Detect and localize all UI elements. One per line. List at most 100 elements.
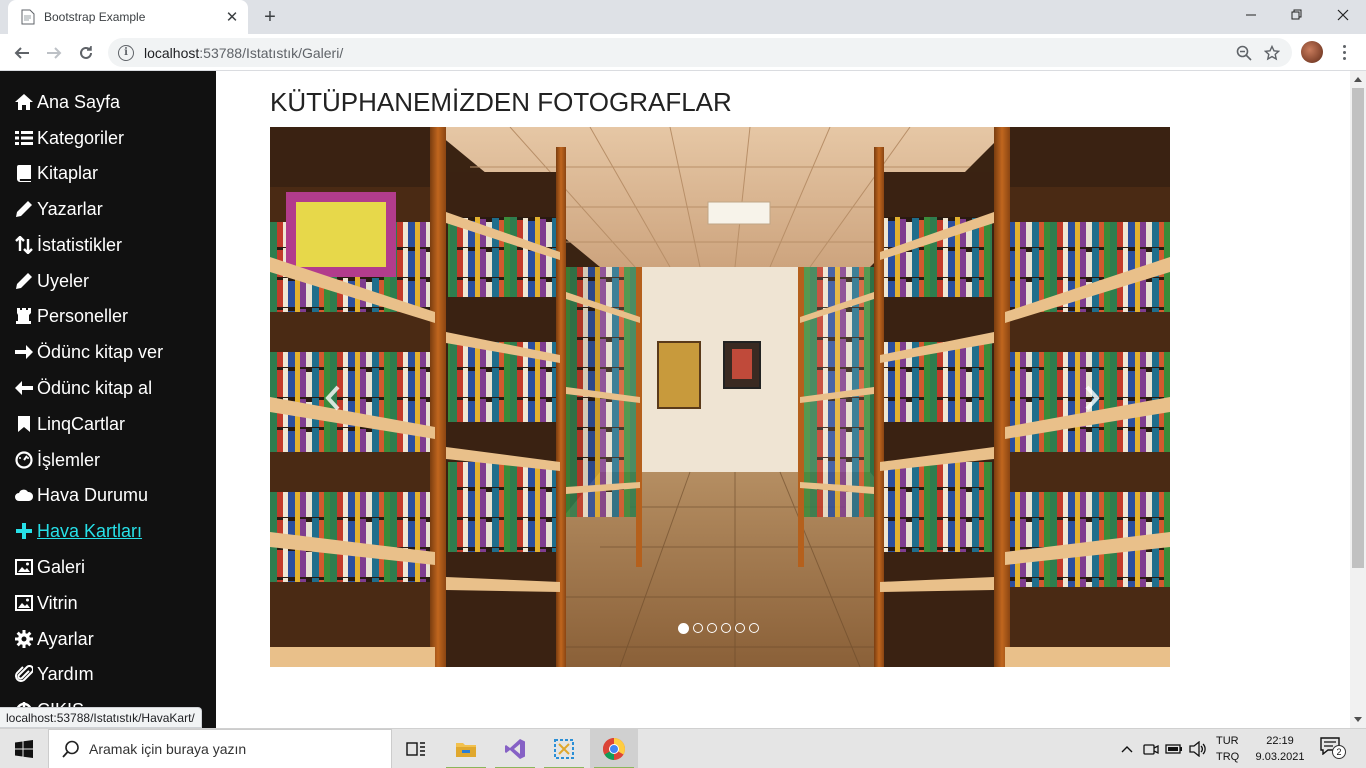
minimize-window-button[interactable] [1228, 0, 1274, 30]
clock-date: 9.03.2021 [1255, 751, 1305, 763]
dashboard-icon [14, 450, 34, 470]
bookmark-icon [14, 414, 34, 434]
sidebar-item-label: Ayarlar [37, 628, 94, 649]
browser-menu-icon[interactable] [1334, 41, 1354, 63]
restore-window-button[interactable] [1274, 0, 1320, 30]
sidebar-item-ana-sayfa[interactable]: Ana Sayfa [14, 88, 120, 116]
profile-avatar[interactable] [1301, 41, 1323, 63]
scroll-up-arrow-icon[interactable] [1350, 71, 1366, 87]
sidebar-item-personeller[interactable]: Personeller [14, 302, 128, 330]
taskbar-clock[interactable]: 22:19 9.03.2021 [1252, 733, 1308, 765]
sidebar-item-istatistikler[interactable]: İstatistikler [14, 231, 122, 259]
volume-icon[interactable] [1188, 739, 1208, 759]
sidebar-item-label: Personeller [37, 305, 129, 326]
file-explorer-icon[interactable] [442, 729, 490, 768]
sidebar-item-hava-durumu[interactable]: Hava Durumu [14, 481, 148, 509]
sidebar-nav: Ana Sayfa Kategoriler Kitaplar Yazarlar … [0, 71, 216, 728]
search-icon [61, 739, 81, 759]
meet-now-icon[interactable] [1141, 739, 1161, 759]
cog-icon [14, 629, 34, 649]
scrollbar-thumb[interactable] [1352, 88, 1364, 568]
sidebar-item-kitaplar[interactable]: Kitaplar [14, 159, 98, 187]
chrome-icon[interactable] [590, 729, 638, 768]
sidebar-item-label: LinqCartlar [37, 413, 126, 434]
carousel-indicator[interactable] [707, 623, 717, 633]
sidebar-item-linqcartlar[interactable]: LinqCartlar [14, 410, 125, 438]
carousel-indicator[interactable] [735, 623, 745, 633]
url-text[interactable]: localhost:53788/Istatıstık/Galeri/ [144, 45, 1230, 61]
site-info-icon[interactable]: i [118, 44, 134, 61]
sidebar-item-vitrin[interactable]: Vitrin [14, 589, 78, 617]
show-hidden-icons-chevron-up-icon[interactable] [1117, 739, 1137, 759]
windows-taskbar: Aramak için buraya yazın TUR TRQ 22:19 9… [0, 728, 1366, 768]
visual-studio-icon[interactable] [491, 729, 539, 768]
sidebar-item-label: İşlemler [37, 449, 101, 470]
carousel-next-chevron-icon[interactable] [1084, 385, 1114, 415]
picture-icon [14, 593, 34, 613]
sidebar-item-odunc-al[interactable]: Ödünc kitap al [14, 374, 152, 402]
scroll-down-arrow-icon[interactable] [1350, 712, 1366, 728]
browser-toolbar: i localhost:53788/Istatıstık/Galeri/ [0, 34, 1366, 71]
carousel-indicator[interactable] [721, 623, 731, 633]
carousel-indicator[interactable] [678, 623, 689, 634]
picture-icon [14, 557, 34, 577]
sidebar-item-odunc-ver[interactable]: Ödünc kitap ver [14, 338, 163, 366]
sidebar-item-label: Yazarlar [37, 198, 103, 219]
back-arrow-icon[interactable] [9, 40, 35, 66]
zoom-icon[interactable] [1230, 39, 1258, 67]
carousel-indicators [678, 623, 759, 634]
taskbar-search-box[interactable]: Aramak için buraya yazın [48, 729, 392, 768]
sidebar-item-label: Ana Sayfa [37, 91, 121, 112]
tower-icon [14, 306, 34, 326]
bookmark-star-icon[interactable] [1258, 39, 1286, 67]
plus-icon [14, 521, 34, 541]
cloud-icon [14, 485, 34, 505]
sidebar-item-label: Galeri [37, 556, 86, 577]
sidebar-item-label: Ödünc kitap al [37, 377, 153, 398]
list-icon [14, 128, 34, 148]
forward-arrow-icon[interactable] [41, 40, 67, 66]
sidebar-item-label: Hava Kartları [37, 520, 143, 541]
input-language-indicator[interactable]: TUR TRQ [1216, 733, 1239, 765]
book-icon [14, 163, 34, 183]
sidebar-item-label: İstatistikler [37, 234, 123, 255]
clock-time: 22:19 [1266, 735, 1294, 747]
tab-close-icon[interactable]: ✕ [222, 7, 242, 27]
new-tab-plus-icon[interactable]: + [258, 6, 282, 28]
sidebar-item-ayarlar[interactable]: Ayarlar [14, 625, 94, 653]
carousel-indicator[interactable] [749, 623, 759, 633]
carousel-prev-chevron-icon[interactable] [325, 385, 355, 415]
battery-icon[interactable] [1164, 739, 1184, 759]
browser-tab[interactable]: Bootstrap Example ✕ [8, 0, 248, 34]
sort-icon [14, 235, 34, 255]
sidebar-item-hava-kartlari[interactable]: Hava Kartları [14, 517, 142, 545]
close-window-button[interactable] [1320, 0, 1366, 30]
page-scrollbar[interactable] [1350, 71, 1366, 728]
notification-count-badge: 2 [1332, 745, 1346, 759]
tab-title: Bootstrap Example [44, 10, 146, 24]
action-center-notification-icon[interactable]: 2 [1320, 737, 1348, 761]
page-favicon-icon [20, 9, 36, 25]
page-viewport: Ana Sayfa Kategoriler Kitaplar Yazarlar … [0, 71, 1366, 728]
address-bar[interactable]: i localhost:53788/Istatıstık/Galeri/ [108, 38, 1292, 67]
sidebar-item-label: Uyeler [37, 270, 90, 291]
reload-icon[interactable] [73, 40, 99, 66]
sidebar-item-yazarlar[interactable]: Yazarlar [14, 195, 103, 223]
sidebar-item-islemler[interactable]: İşlemler [14, 446, 100, 474]
windows-start-icon[interactable] [0, 729, 48, 768]
sidebar-item-label: Hava Durumu [37, 484, 149, 505]
sidebar-item-label: Ödünc kitap ver [37, 341, 164, 362]
snipping-tool-icon[interactable] [540, 729, 588, 768]
sidebar-item-yardim[interactable]: Yardım [14, 660, 94, 688]
page-title: KÜTÜPHANEMİZDEN FOTOGRAFLAR [270, 87, 732, 117]
sidebar-item-uyeler[interactable]: Uyeler [14, 267, 89, 295]
carousel-indicator[interactable] [693, 623, 703, 633]
main-content: KÜTÜPHANEMİZDEN FOTOGRAFLAR [216, 71, 1350, 728]
task-view-icon[interactable] [392, 729, 440, 768]
sidebar-item-kategoriler[interactable]: Kategoriler [14, 124, 124, 152]
sidebar-item-label: Kitaplar [37, 162, 99, 183]
sidebar-item-label: Vitrin [37, 592, 78, 613]
browser-tab-strip: Bootstrap Example ✕ + [0, 0, 1366, 34]
sidebar-item-galeri[interactable]: Galeri [14, 553, 85, 581]
arrow-right-icon [14, 342, 34, 362]
